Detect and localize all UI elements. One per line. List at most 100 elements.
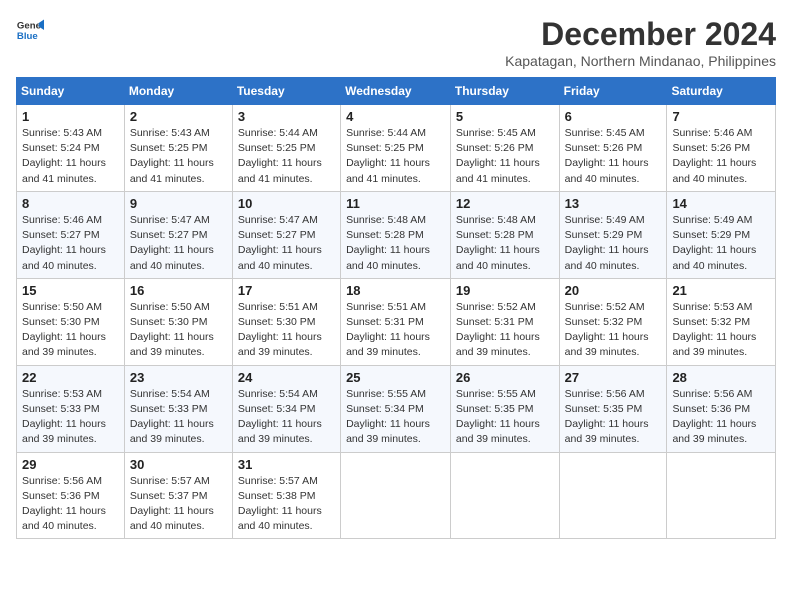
day-number: 24 [238, 370, 335, 385]
day-info: Sunrise: 5:43 AMSunset: 5:24 PMDaylight:… [22, 126, 119, 187]
day-number: 1 [22, 109, 119, 124]
calendar-cell: 14Sunrise: 5:49 AMSunset: 5:29 PMDayligh… [667, 191, 776, 278]
day-number: 23 [130, 370, 227, 385]
day-number: 3 [238, 109, 335, 124]
day-info: Sunrise: 5:49 AMSunset: 5:29 PMDaylight:… [565, 213, 662, 274]
calendar-cell [559, 452, 667, 539]
day-number: 27 [565, 370, 662, 385]
day-number: 7 [672, 109, 770, 124]
day-number: 15 [22, 283, 119, 298]
day-info: Sunrise: 5:51 AMSunset: 5:31 PMDaylight:… [346, 300, 445, 361]
calendar-cell: 26 Sunrise: 5:55 AMSunset: 5:35 PMDayligh… [450, 365, 559, 452]
weekday-header: Thursday [450, 78, 559, 105]
day-info: Sunrise: 5:56 AMSunset: 5:36 PMDaylight:… [672, 387, 770, 448]
calendar-cell: 25 Sunrise: 5:55 AMSunset: 5:34 PMDayligh… [341, 365, 451, 452]
day-info: Sunrise: 5:48 AMSunset: 5:28 PMDaylight:… [346, 213, 445, 274]
day-info: Sunrise: 5:47 AMSunset: 5:27 PMDaylight:… [130, 213, 227, 274]
logo: General Blue [16, 16, 44, 44]
day-info: Sunrise: 5:55 AMSunset: 5:35 PMDaylight:… [456, 387, 554, 448]
weekday-header-row: SundayMondayTuesdayWednesdayThursdayFrid… [17, 78, 776, 105]
day-number: 14 [672, 196, 770, 211]
day-info: Sunrise: 5:43 AMSunset: 5:25 PMDaylight:… [130, 126, 227, 187]
day-number: 8 [22, 196, 119, 211]
title-block: December 2024 Kapatagan, Northern Mindan… [505, 16, 776, 69]
day-info: Sunrise: 5:48 AMSunset: 5:28 PMDaylight:… [456, 213, 554, 274]
day-number: 30 [130, 457, 227, 472]
day-number: 4 [346, 109, 445, 124]
day-info: Sunrise: 5:44 AMSunset: 5:25 PMDaylight:… [346, 126, 445, 187]
day-info: Sunrise: 5:45 AMSunset: 5:26 PMDaylight:… [456, 126, 554, 187]
day-number: 25 [346, 370, 445, 385]
weekday-header: Monday [124, 78, 232, 105]
day-number: 10 [238, 196, 335, 211]
day-info: Sunrise: 5:45 AMSunset: 5:26 PMDaylight:… [565, 126, 662, 187]
day-info: Sunrise: 5:53 AMSunset: 5:33 PMDaylight:… [22, 387, 119, 448]
day-number: 31 [238, 457, 335, 472]
day-info: Sunrise: 5:56 AMSunset: 5:35 PMDaylight:… [565, 387, 662, 448]
calendar-cell: 17Sunrise: 5:51 AMSunset: 5:30 PMDayligh… [232, 278, 340, 365]
day-number: 12 [456, 196, 554, 211]
day-info: Sunrise: 5:47 AMSunset: 5:27 PMDaylight:… [238, 213, 335, 274]
day-number: 29 [22, 457, 119, 472]
day-number: 2 [130, 109, 227, 124]
calendar-cell: 11 Sunrise: 5:48 AMSunset: 5:28 PMDayligh… [341, 191, 451, 278]
calendar-table: SundayMondayTuesdayWednesdayThursdayFrid… [16, 77, 776, 539]
logo-icon: General Blue [16, 16, 44, 44]
day-info: Sunrise: 5:52 AMSunset: 5:32 PMDaylight:… [565, 300, 662, 361]
day-info: Sunrise: 5:51 AMSunset: 5:30 PMDaylight:… [238, 300, 335, 361]
calendar-cell: 13Sunrise: 5:49 AMSunset: 5:29 PMDayligh… [559, 191, 667, 278]
calendar-cell: 27 Sunrise: 5:56 AMSunset: 5:35 PMDayligh… [559, 365, 667, 452]
day-number: 22 [22, 370, 119, 385]
day-info: Sunrise: 5:57 AMSunset: 5:38 PMDaylight:… [238, 474, 335, 535]
day-info: Sunrise: 5:56 AMSunset: 5:36 PMDaylight:… [22, 474, 119, 535]
day-info: Sunrise: 5:50 AMSunset: 5:30 PMDaylight:… [130, 300, 227, 361]
day-info: Sunrise: 5:53 AMSunset: 5:32 PMDaylight:… [672, 300, 770, 361]
day-number: 11 [346, 196, 445, 211]
weekday-header: Tuesday [232, 78, 340, 105]
calendar-cell: 24 Sunrise: 5:54 AMSunset: 5:34 PMDayligh… [232, 365, 340, 452]
calendar-cell: 2 Sunrise: 5:43 AMSunset: 5:25 PMDaylight… [124, 105, 232, 192]
day-info: Sunrise: 5:55 AMSunset: 5:34 PMDaylight:… [346, 387, 445, 448]
calendar-cell: 3 Sunrise: 5:44 AMSunset: 5:25 PMDaylight… [232, 105, 340, 192]
day-info: Sunrise: 5:57 AMSunset: 5:37 PMDaylight:… [130, 474, 227, 535]
calendar-cell: 20 Sunrise: 5:52 AMSunset: 5:32 PMDayligh… [559, 278, 667, 365]
calendar-cell: 1 Sunrise: 5:43 AMSunset: 5:24 PMDaylight… [17, 105, 125, 192]
weekday-header: Saturday [667, 78, 776, 105]
calendar-cell: 19Sunrise: 5:52 AMSunset: 5:31 PMDayligh… [450, 278, 559, 365]
location: Kapatagan, Northern Mindanao, Philippine… [505, 53, 776, 69]
calendar-cell: 12 Sunrise: 5:48 AMSunset: 5:28 PMDayligh… [450, 191, 559, 278]
day-number: 6 [565, 109, 662, 124]
svg-text:Blue: Blue [17, 31, 38, 42]
calendar-cell: 21Sunrise: 5:53 AMSunset: 5:32 PMDayligh… [667, 278, 776, 365]
calendar-cell [341, 452, 451, 539]
day-number: 20 [565, 283, 662, 298]
calendar-cell: 7 Sunrise: 5:46 AMSunset: 5:26 PMDaylight… [667, 105, 776, 192]
day-number: 26 [456, 370, 554, 385]
weekday-header: Sunday [17, 78, 125, 105]
weekday-header: Wednesday [341, 78, 451, 105]
month-title: December 2024 [505, 16, 776, 53]
day-info: Sunrise: 5:50 AMSunset: 5:30 PMDaylight:… [22, 300, 119, 361]
day-number: 9 [130, 196, 227, 211]
calendar-cell: 5Sunrise: 5:45 AMSunset: 5:26 PMDaylight… [450, 105, 559, 192]
day-info: Sunrise: 5:44 AMSunset: 5:25 PMDaylight:… [238, 126, 335, 187]
day-info: Sunrise: 5:52 AMSunset: 5:31 PMDaylight:… [456, 300, 554, 361]
calendar-cell: 6 Sunrise: 5:45 AMSunset: 5:26 PMDaylight… [559, 105, 667, 192]
calendar-cell: 23 Sunrise: 5:54 AMSunset: 5:33 PMDayligh… [124, 365, 232, 452]
calendar-cell: 31 Sunrise: 5:57 AMSunset: 5:38 PMDayligh… [232, 452, 340, 539]
calendar-cell: 10 Sunrise: 5:47 AMSunset: 5:27 PMDayligh… [232, 191, 340, 278]
day-info: Sunrise: 5:54 AMSunset: 5:34 PMDaylight:… [238, 387, 335, 448]
calendar-cell: 9 Sunrise: 5:47 AMSunset: 5:27 PMDaylight… [124, 191, 232, 278]
weekday-header: Friday [559, 78, 667, 105]
calendar-cell: 8Sunrise: 5:46 AMSunset: 5:27 PMDaylight… [17, 191, 125, 278]
day-info: Sunrise: 5:54 AMSunset: 5:33 PMDaylight:… [130, 387, 227, 448]
calendar-cell: 16 Sunrise: 5:50 AMSunset: 5:30 PMDayligh… [124, 278, 232, 365]
day-number: 16 [130, 283, 227, 298]
day-number: 28 [672, 370, 770, 385]
day-info: Sunrise: 5:46 AMSunset: 5:26 PMDaylight:… [672, 126, 770, 187]
calendar-cell: 28 Sunrise: 5:56 AMSunset: 5:36 PMDayligh… [667, 365, 776, 452]
calendar-cell: 30 Sunrise: 5:57 AMSunset: 5:37 PMDayligh… [124, 452, 232, 539]
calendar-cell: 22 Sunrise: 5:53 AMSunset: 5:33 PMDayligh… [17, 365, 125, 452]
calendar-cell: 18 Sunrise: 5:51 AMSunset: 5:31 PMDayligh… [341, 278, 451, 365]
day-number: 18 [346, 283, 445, 298]
